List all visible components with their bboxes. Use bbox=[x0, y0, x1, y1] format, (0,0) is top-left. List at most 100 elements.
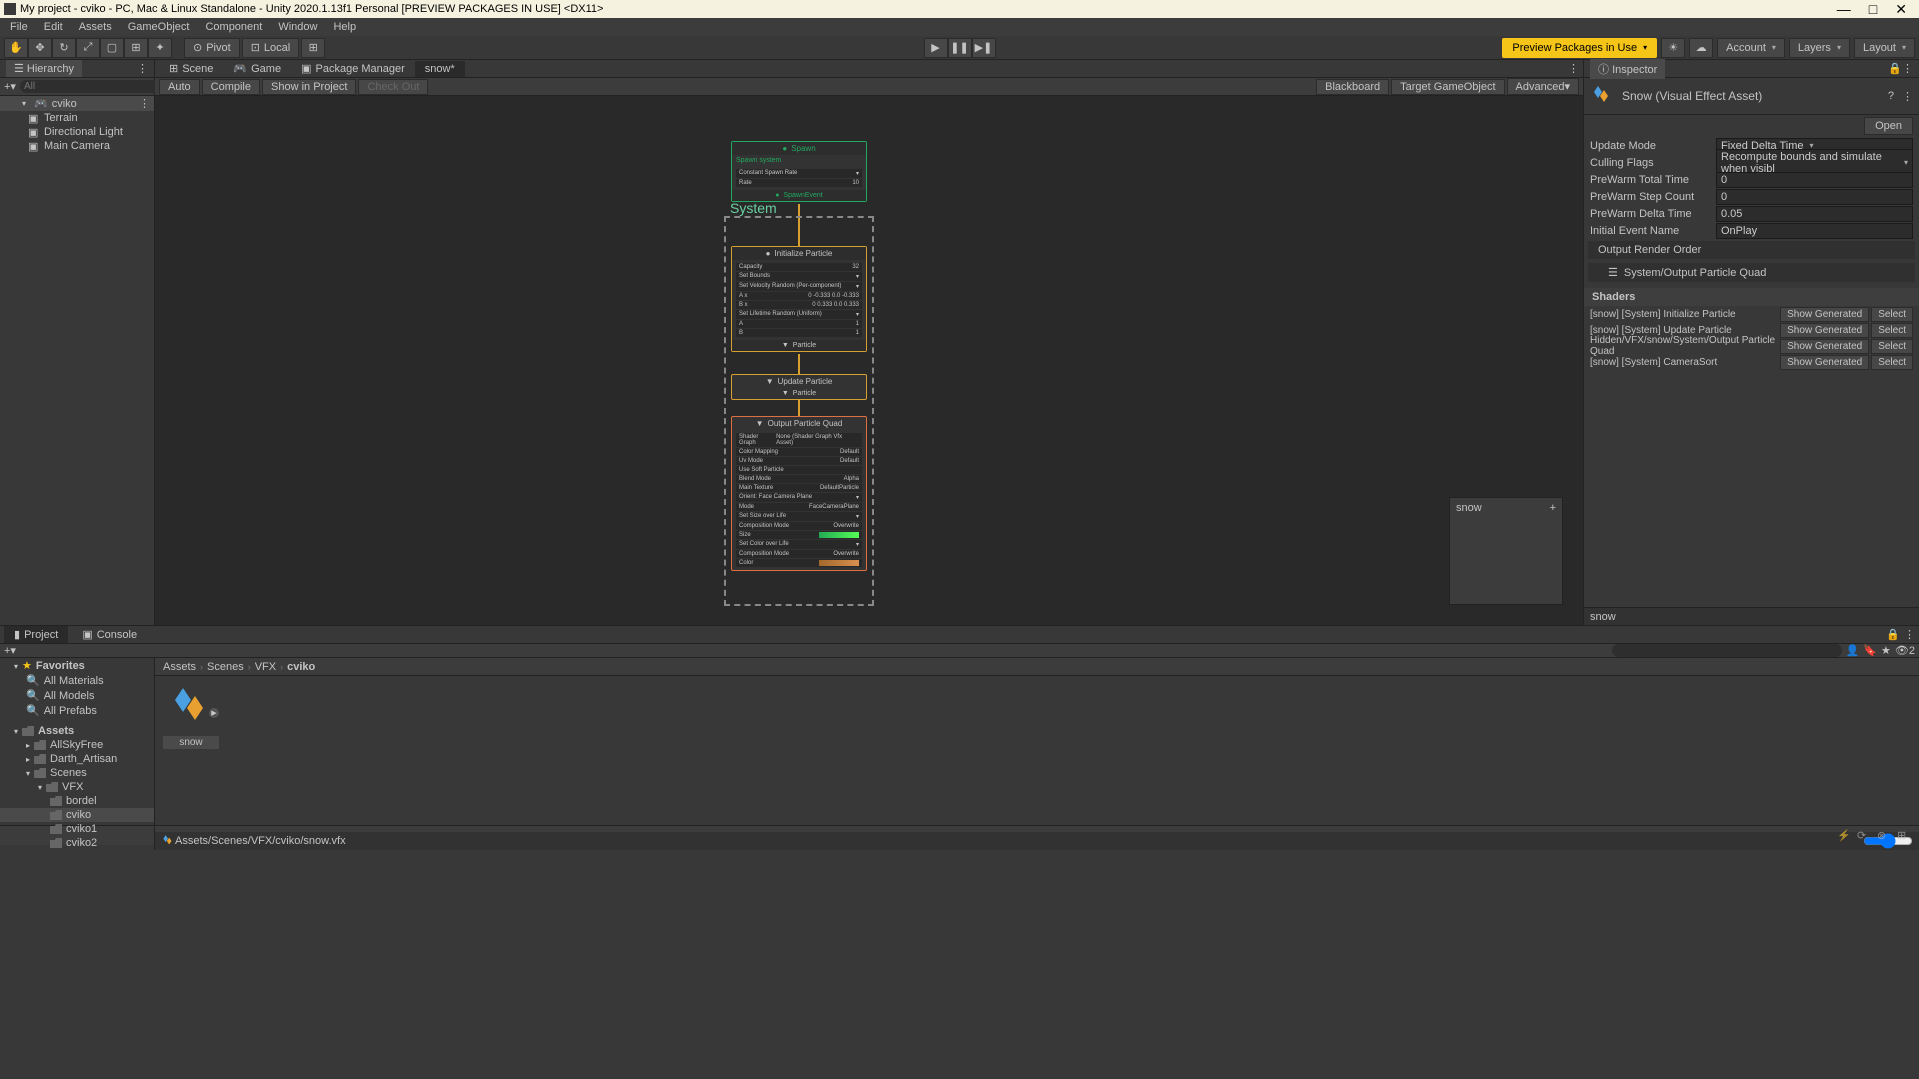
select-button-1[interactable]: Select bbox=[1871, 323, 1913, 338]
menu-file[interactable]: File bbox=[4, 21, 34, 33]
pause-button[interactable]: ❚❚ bbox=[948, 38, 972, 58]
rect-tool-button[interactable]: ▢ bbox=[100, 38, 124, 58]
folder-cviko2[interactable]: cviko2 bbox=[0, 836, 154, 850]
hand-tool-button[interactable]: ✋ bbox=[4, 38, 28, 58]
folder-scenes[interactable]: Scenes bbox=[0, 766, 154, 780]
auto-compile-toggle[interactable]: Auto bbox=[159, 79, 200, 95]
scene-row[interactable]: 🎮 cviko⋮ bbox=[0, 96, 154, 111]
open-button[interactable]: Open bbox=[1864, 117, 1913, 135]
favorite-all-models[interactable]: 🔍All Models bbox=[0, 688, 154, 703]
inspector-menu2-icon[interactable]: ⋮ bbox=[1902, 90, 1913, 103]
project-lock-icon[interactable]: 🔒 bbox=[1886, 628, 1900, 641]
search-filter-icon-1[interactable]: 👤 bbox=[1846, 644, 1860, 657]
tab-snow[interactable]: snow* bbox=[415, 61, 465, 77]
folder-darth-artisan[interactable]: Darth_Artisan bbox=[0, 752, 154, 766]
blackboard-add-button[interactable]: + bbox=[1550, 502, 1556, 514]
hidden-count-icon[interactable]: 👁2 bbox=[1895, 644, 1915, 657]
project-add-button[interactable]: +▾ bbox=[4, 644, 16, 657]
play-button[interactable]: ▶ bbox=[924, 38, 948, 58]
step-button[interactable]: ▶❚ bbox=[972, 38, 996, 58]
search-filter-icon-3[interactable]: ★ bbox=[1881, 644, 1891, 657]
menu-window[interactable]: Window bbox=[272, 21, 323, 33]
hierarchy-search-input[interactable] bbox=[20, 80, 160, 93]
menu-gameobject[interactable]: GameObject bbox=[122, 21, 196, 33]
select-button-3[interactable]: Select bbox=[1871, 355, 1913, 370]
hierarchy-add-button[interactable]: +▾ bbox=[4, 80, 16, 93]
hierarchy-item-light[interactable]: ▣Directional Light bbox=[0, 125, 154, 139]
scale-tool-button[interactable]: ⤢ bbox=[76, 38, 100, 58]
folder-cviko1[interactable]: cviko1 bbox=[0, 822, 154, 836]
search-filter-icon-2[interactable]: 🔖 bbox=[1863, 644, 1877, 657]
prop-prewarm-delta-value[interactable]: 0.05 bbox=[1716, 206, 1913, 222]
custom-tool-button[interactable]: ✦ bbox=[148, 38, 172, 58]
tab-project[interactable]: ▮ Project bbox=[4, 626, 68, 643]
blackboard-panel[interactable]: snow+ bbox=[1449, 497, 1563, 605]
status-icon-3[interactable]: ⊗ bbox=[1877, 829, 1891, 843]
breadcrumb-assets[interactable]: Assets bbox=[163, 661, 196, 673]
hierarchy-menu-icon[interactable]: ⋮ bbox=[137, 62, 148, 75]
project-search-input[interactable] bbox=[1612, 644, 1842, 657]
help-icon[interactable]: ? bbox=[1888, 90, 1894, 102]
project-menu-icon[interactable]: ⋮ bbox=[1904, 628, 1915, 641]
layers-dropdown[interactable]: Layers bbox=[1789, 38, 1850, 58]
pivot-toggle[interactable]: ⊙Pivot bbox=[184, 38, 240, 58]
status-icon-2[interactable]: ⟳ bbox=[1857, 829, 1871, 843]
status-icon-1[interactable]: ⚡ bbox=[1837, 829, 1851, 843]
menu-component[interactable]: Component bbox=[199, 21, 268, 33]
collab-icon[interactable]: ☀ bbox=[1661, 38, 1685, 58]
output-order-item[interactable]: System/Output Particle Quad bbox=[1624, 267, 1766, 279]
update-particle-node[interactable]: ▼ Update Particle ▼ Particle bbox=[731, 374, 867, 400]
output-particle-quad-node[interactable]: ▼ Output Particle Quad Shader GraphNone … bbox=[731, 416, 867, 571]
inspector-lock-icon[interactable]: 🔒 bbox=[1888, 62, 1902, 75]
menu-assets[interactable]: Assets bbox=[73, 21, 118, 33]
show-in-project-button[interactable]: Show in Project bbox=[262, 79, 356, 95]
folder-allskyfree[interactable]: AllSkyFree bbox=[0, 738, 154, 752]
breadcrumb-cviko[interactable]: cviko bbox=[287, 661, 315, 673]
advanced-dropdown[interactable]: Advanced▾ bbox=[1507, 78, 1579, 95]
preview-packages-badge[interactable]: Preview Packages in Use bbox=[1502, 38, 1657, 58]
tab-game[interactable]: 🎮 Game bbox=[223, 60, 291, 77]
assets-header[interactable]: Assets bbox=[0, 724, 154, 738]
account-dropdown[interactable]: Account bbox=[1717, 38, 1785, 58]
breadcrumb-scenes[interactable]: Scenes bbox=[207, 661, 244, 673]
breadcrumb-vfx[interactable]: VFX bbox=[255, 661, 276, 673]
show-generated-button-2[interactable]: Show Generated bbox=[1780, 339, 1869, 354]
drag-handle-icon[interactable]: ☰ bbox=[1608, 266, 1618, 279]
asset-snow[interactable]: ▶ snow bbox=[163, 684, 219, 749]
folder-cviko[interactable]: cviko bbox=[0, 808, 154, 822]
blackboard-button[interactable]: Blackboard bbox=[1316, 79, 1389, 95]
hierarchy-item-camera[interactable]: ▣Main Camera bbox=[0, 139, 154, 153]
vfx-canvas[interactable]: ●Spawn Spawn system Constant Spawn Rate▾… bbox=[155, 96, 1583, 625]
initialize-particle-node[interactable]: ● Initialize Particle Capacity32 Set Bou… bbox=[731, 246, 867, 352]
maximize-button[interactable]: □ bbox=[1869, 1, 1877, 18]
rotate-tool-button[interactable]: ↻ bbox=[52, 38, 76, 58]
center-menu-icon[interactable]: ⋮ bbox=[1568, 62, 1579, 75]
inspector-menu-icon[interactable]: ⋮ bbox=[1902, 62, 1913, 75]
prop-prewarm-total-value[interactable]: 0 bbox=[1716, 172, 1913, 188]
favorites-header[interactable]: ★Favorites bbox=[0, 658, 154, 673]
select-button-2[interactable]: Select bbox=[1871, 339, 1913, 354]
hierarchy-item-terrain[interactable]: ▣Terrain bbox=[0, 111, 154, 125]
favorite-all-prefabs[interactable]: 🔍All Prefabs bbox=[0, 703, 154, 718]
show-generated-button-1[interactable]: Show Generated bbox=[1780, 323, 1869, 338]
close-button[interactable]: ✕ bbox=[1895, 1, 1907, 18]
snap-toggle[interactable]: ⊞ bbox=[301, 38, 325, 58]
status-icon-4[interactable]: ⊞ bbox=[1897, 829, 1911, 843]
target-gameobject-button[interactable]: Target GameObject bbox=[1391, 79, 1504, 95]
prop-prewarm-step-value[interactable]: 0 bbox=[1716, 189, 1913, 205]
spawn-node[interactable]: ●Spawn Spawn system Constant Spawn Rate▾… bbox=[731, 141, 867, 202]
cloud-icon[interactable]: ☁ bbox=[1689, 38, 1713, 58]
tab-scene[interactable]: ⊞ Scene bbox=[159, 60, 223, 77]
prop-initial-event-value[interactable]: OnPlay bbox=[1716, 223, 1913, 239]
checkout-button[interactable]: Check Out bbox=[358, 79, 428, 95]
hierarchy-tab[interactable]: ☰ Hierarchy bbox=[6, 60, 82, 77]
transform-tool-button[interactable]: ⊞ bbox=[124, 38, 148, 58]
folder-bordel[interactable]: bordel bbox=[0, 794, 154, 808]
inspector-tab[interactable]: ⓘ Inspector bbox=[1590, 59, 1665, 79]
move-tool-button[interactable]: ✥ bbox=[28, 38, 52, 58]
local-toggle[interactable]: ⊡Local bbox=[242, 38, 300, 58]
tab-console[interactable]: ▣ Console bbox=[72, 626, 147, 643]
minimize-button[interactable]: — bbox=[1837, 1, 1851, 18]
favorite-all-materials[interactable]: 🔍All Materials bbox=[0, 673, 154, 688]
menu-help[interactable]: Help bbox=[327, 21, 362, 33]
